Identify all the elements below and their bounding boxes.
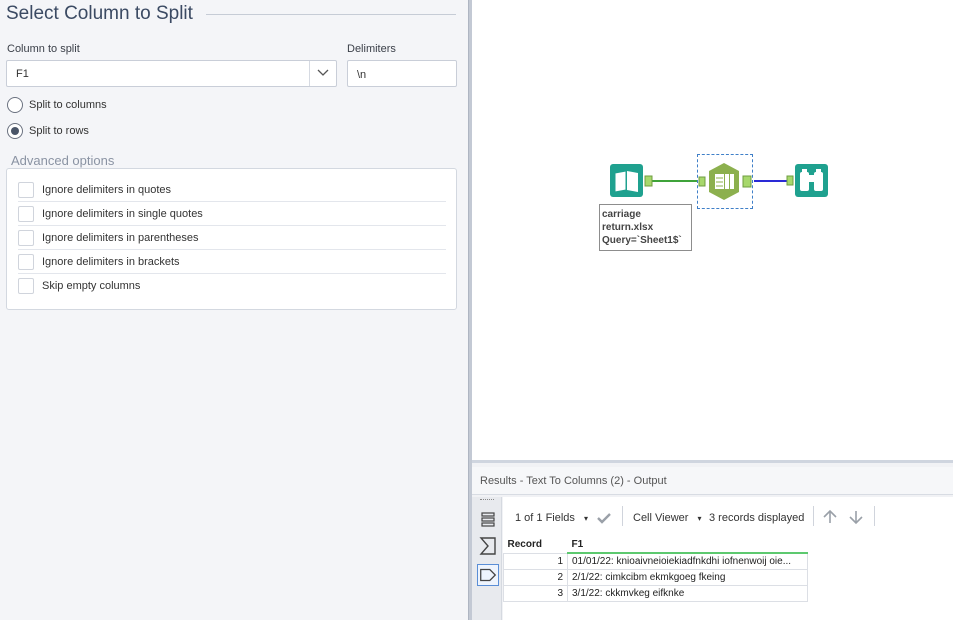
text-to-columns-icon: [698, 163, 752, 200]
option-skip-empty-columns[interactable]: Skip empty columns: [18, 274, 446, 298]
checkbox-label: Skip empty columns: [42, 280, 141, 292]
cell-viewer-selector[interactable]: Cell Viewer ▾: [633, 512, 702, 524]
column-select[interactable]: F1: [6, 60, 337, 87]
table-row[interactable]: 1 01/01/22: knioaivneioiekiadfnkdhi iofn…: [503, 552, 808, 570]
results-table: Record F1 1 01/01/22: knioaivneioiekiadf…: [503, 537, 808, 602]
input-tool-annotation: carriage return.xlsx Query=`Sheet1$`: [599, 204, 692, 251]
value-cell[interactable]: 3/1/22: ckkmvkeg eifknke: [567, 584, 808, 602]
fields-selector-label: 1 of 1 Fields: [515, 512, 575, 524]
toolbar-divider: [813, 506, 814, 526]
book-icon: [610, 164, 653, 197]
grip-handle[interactable]: [480, 499, 494, 501]
table-header-row: Record F1: [503, 537, 808, 554]
radio-dot: [11, 127, 19, 135]
table-view-icon[interactable]: [477, 509, 499, 531]
workflow-canvas[interactable]: carriage return.xlsx Query=`Sheet1$`: [472, 0, 953, 460]
checkbox-label: Ignore delimiters in single quotes: [42, 208, 203, 220]
checkbox[interactable]: [18, 230, 34, 246]
column-select-value: F1: [16, 68, 29, 80]
table-row[interactable]: 2 2/1/22: cimkcibm ekmkgoeg fkeing: [503, 568, 808, 586]
value-cell[interactable]: 2/1/22: cimkcibm ekmkgoeg fkeing: [567, 568, 808, 586]
results-header: Results - Text To Columns (2) - Output: [472, 467, 953, 495]
caret-down-icon: ▾: [697, 514, 702, 523]
checkbox-label: Ignore delimiters in parentheses: [42, 232, 199, 244]
delimiters-label: Delimiters: [347, 43, 396, 55]
caret-down-icon: ▾: [583, 514, 588, 523]
results-title: Results - Text To Columns (2) - Output: [480, 475, 667, 487]
metadata-icon[interactable]: [477, 535, 499, 557]
radio-button[interactable]: [7, 97, 23, 113]
browse-tool[interactable]: [786, 163, 830, 199]
annotation-line: carriage: [602, 209, 641, 220]
input-data-tool[interactable]: [609, 163, 653, 199]
value-cell[interactable]: 01/01/22: knioaivneioiekiadfnkdhi iofnen…: [567, 552, 808, 570]
option-ignore-parentheses[interactable]: Ignore delimiters in parentheses: [18, 226, 446, 250]
text-to-columns-tool[interactable]: [697, 154, 753, 209]
annotation-line: Query=`Sheet1$`: [602, 235, 682, 246]
record-cell: 2: [503, 568, 568, 586]
fields-selector[interactable]: 1 of 1 Fields ▾: [515, 512, 588, 524]
checkbox[interactable]: [18, 182, 34, 198]
checkbox[interactable]: [18, 206, 34, 222]
connections-layer: [652, 180, 788, 182]
select-divider: [309, 61, 310, 86]
option-ignore-brackets[interactable]: Ignore delimiters in brackets: [18, 250, 446, 274]
record-cell: 3: [503, 584, 568, 602]
checkmark-icon[interactable]: [596, 511, 612, 525]
annotation-line: return.xlsx: [602, 222, 654, 233]
results-window: Results - Text To Columns (2) - Output 1…: [472, 460, 953, 620]
table-row[interactable]: 3 3/1/22: ckkmvkeg eifknke: [503, 584, 808, 602]
column-header-f1[interactable]: F1: [567, 537, 808, 554]
advanced-options-box: Ignore delimiters in quotes Ignore delim…: [6, 168, 457, 310]
chevron-down-icon[interactable]: [316, 67, 330, 79]
results-grid: Record F1 1 01/01/22: knioaivneioiekiadf…: [503, 537, 953, 620]
records-count: 3 records displayed: [709, 512, 805, 524]
option-ignore-single-quotes[interactable]: Ignore delimiters in single quotes: [18, 202, 446, 226]
checkbox[interactable]: [18, 278, 34, 294]
binoculars-icon: [786, 164, 828, 197]
delimiters-input[interactable]: \n: [347, 60, 457, 87]
option-ignore-quotes[interactable]: Ignore delimiters in quotes: [18, 178, 446, 202]
arrow-down-icon[interactable]: [848, 509, 864, 525]
title-divider: [206, 14, 456, 15]
column-to-split-label: Column to split: [7, 43, 80, 55]
results-side-toolbar: [472, 497, 502, 620]
toolbar-divider: [622, 506, 623, 526]
column-header-record[interactable]: Record: [503, 537, 568, 553]
radio-button-selected[interactable]: [7, 123, 23, 139]
checkbox-label: Ignore delimiters in brackets: [42, 256, 180, 268]
app-window: Select Column to Split Column to split D…: [0, 0, 953, 620]
results-toolbar: 1 of 1 Fields ▾ Cell Viewer ▾ 3 records …: [503, 497, 953, 537]
advanced-options-title: Advanced options: [11, 153, 115, 168]
record-cell: 1: [503, 552, 568, 570]
cell-viewer-label: Cell Viewer: [633, 512, 689, 524]
panel-title: Select Column to Split: [6, 3, 193, 24]
checkbox[interactable]: [18, 254, 34, 270]
toolbar-divider: [874, 506, 875, 526]
radio-label: Split to rows: [29, 125, 89, 137]
tag-icon[interactable]: [477, 564, 499, 586]
checkbox-label: Ignore delimiters in quotes: [42, 184, 172, 196]
configuration-panel: Select Column to Split Column to split D…: [0, 0, 468, 620]
radio-label: Split to columns: [29, 99, 107, 111]
arrow-up-icon[interactable]: [822, 509, 838, 525]
